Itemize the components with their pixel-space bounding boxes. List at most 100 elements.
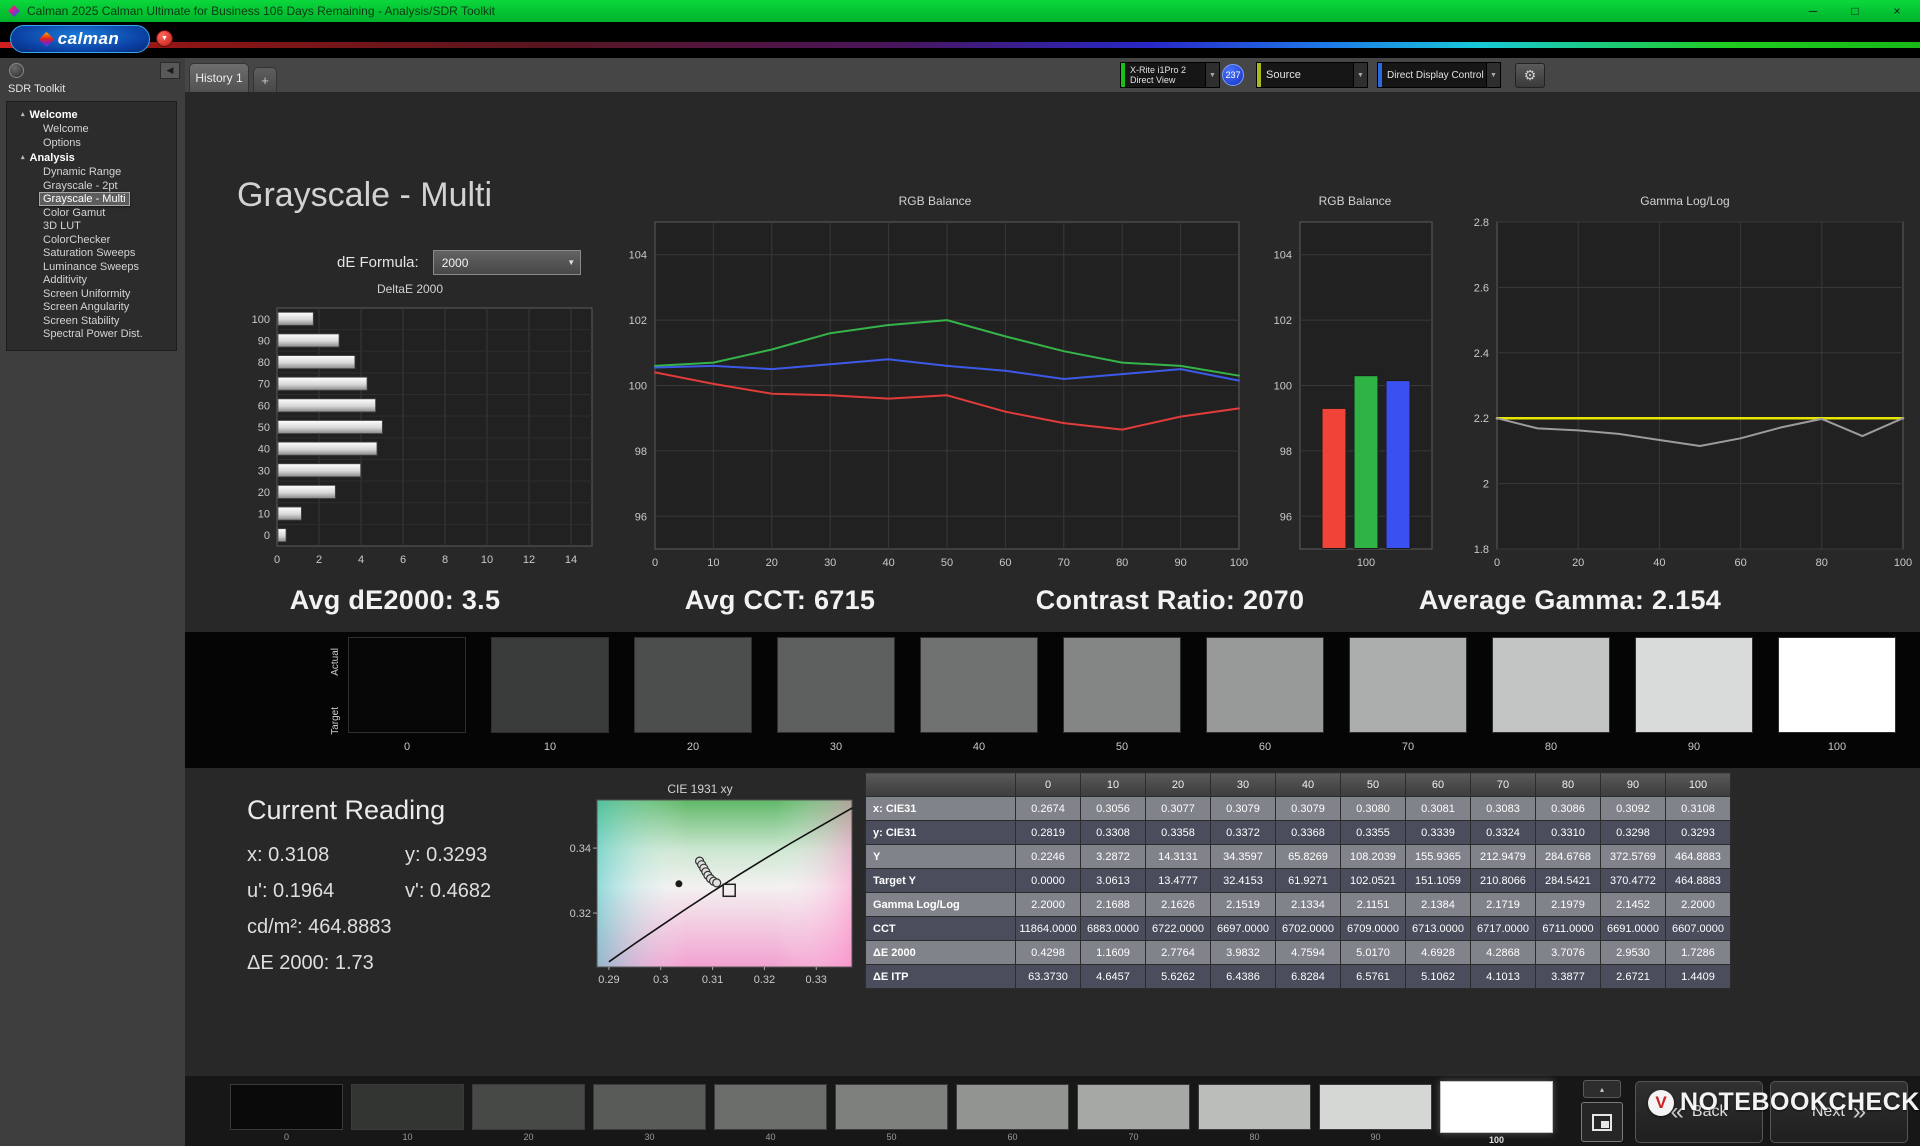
expander-icon[interactable]: ▴ [21,108,25,122]
patch-color[interactable] [1077,1084,1190,1130]
sidebar-item-screen-angularity[interactable]: Screen Angularity [9,301,174,315]
table-row: y: CIE310.28190.33080.33580.33720.33680.… [866,821,1731,845]
svg-text:6: 6 [400,554,406,566]
logo-menu-button[interactable]: ▼ [156,30,173,47]
patch-color[interactable] [472,1084,585,1130]
patch-color[interactable] [230,1084,343,1130]
sidebar-item-screen-stability[interactable]: Screen Stability [9,315,174,329]
sidebar-item-spectral-power-dist-[interactable]: Spectral Power Dist. [9,328,174,342]
sidebar-item-3d-lut[interactable]: 3D LUT [9,220,174,234]
cie-chart: 0.320.340.290.30.310.320.33 [560,794,870,994]
sidebar-collapse-button[interactable]: ◀ [160,62,180,79]
grayscale-swatch [1778,637,1896,733]
maximize-button[interactable]: □ [1848,4,1862,18]
sidebar-item-screen-uniformity[interactable]: Screen Uniformity [9,288,174,302]
svg-text:0.32: 0.32 [570,908,591,920]
patch-label: 10 [402,1132,412,1142]
patch-row: 0 10 2030405060 70 8090100 [230,1084,1553,1145]
sidebar-item-color-gamut[interactable]: Color Gamut [9,207,174,221]
source-dropdown[interactable]: Source ▼ [1256,62,1368,88]
swatch-label: 100 [1828,741,1846,753]
sidebar-item-saturation-sweeps[interactable]: Saturation Sweeps [9,247,174,261]
avg-de2000-stat: Avg dE2000: 3.5 [195,585,595,616]
next-button[interactable]: Next » [1770,1081,1908,1143]
current-reading-title: Current Reading [247,795,491,826]
table-row: Gamma Log/Log2.20002.16882.16262.15192.1… [866,893,1731,917]
luminance-badge[interactable]: 237 [1222,64,1244,86]
deltae-chart: 024681012141009080706050403020100 [240,298,600,576]
swatch-label: 60 [1259,741,1271,753]
swatch-cell: 0 [348,637,466,753]
meter-dropdown[interactable]: X-Rite i1Pro 2 Direct View ▼ [1120,62,1220,88]
pattern-patch[interactable]: 10 [351,1084,464,1142]
pattern-patch[interactable]: 90 [1319,1084,1432,1142]
titlebar: Calman 2025 Calman Ultimate for Business… [0,0,1920,22]
svg-text:0: 0 [264,530,270,542]
svg-text:20: 20 [258,487,270,499]
svg-text:0.29: 0.29 [598,974,619,986]
back-button[interactable]: « Back [1635,1081,1763,1143]
back-label: Back [1692,1103,1728,1121]
de-formula-value: 2000 [434,256,563,270]
grayscale-swatch [491,637,609,733]
reading-luminance: cd/m²: 464.8883 [247,916,405,939]
minimize-button[interactable]: ─ [1806,4,1820,18]
patch-color[interactable] [593,1084,706,1130]
svg-text:80: 80 [1116,557,1128,569]
sidebar-item-options[interactable]: Options [9,137,174,151]
expander-icon[interactable]: ▴ [21,151,25,165]
patch-color[interactable] [1198,1084,1311,1130]
svg-text:20: 20 [766,557,778,569]
svg-text:2: 2 [1483,479,1489,491]
patch-color[interactable] [835,1084,948,1130]
table-row: Y0.22463.287214.313134.359765.8269108.20… [866,845,1731,869]
patch-color[interactable] [956,1084,1069,1130]
patch-color[interactable] [351,1084,464,1130]
pattern-patch[interactable]: 0 [230,1084,343,1142]
tree-group-header[interactable]: ▴Welcome [9,107,174,123]
grayscale-swatch [777,637,895,733]
patch-color[interactable] [1319,1084,1432,1130]
pattern-bar: 0102030405060708090100 ▴ « Back Next » V… [185,1076,1920,1146]
window-controls: ─ □ × [1806,4,1912,18]
display-control-dropdown[interactable]: Direct Display Control ▼ [1377,62,1501,88]
sidebar-item-grayscale-multi[interactable]: Grayscale - Multi [9,193,174,207]
close-button[interactable]: × [1890,4,1904,18]
patch-color[interactable] [714,1084,827,1130]
pattern-patch[interactable]: 20 [472,1084,585,1142]
pattern-patch[interactable]: 80 [1198,1084,1311,1142]
pattern-patch[interactable]: 30 [593,1084,706,1142]
sidebar-item-welcome[interactable]: Welcome [9,123,174,137]
sidebar-item-dynamic-range[interactable]: Dynamic Range [9,166,174,180]
add-tab-button[interactable]: + [253,67,277,92]
swatch-cell: 40 [920,637,1038,753]
tree-group-header[interactable]: ▴Analysis [9,150,174,166]
settings-gear-button[interactable]: ⚙ [1515,63,1545,88]
collapse-up-button[interactable]: ▴ [1583,1080,1621,1098]
pattern-patch[interactable]: 60 [956,1084,1069,1142]
sidebar-item-grayscale-2pt[interactable]: Grayscale - 2pt [9,180,174,194]
pattern-patch[interactable]: 100 [1440,1084,1553,1145]
reading-y: y: 0.3293 [405,844,487,867]
sidebar-item-colorchecker[interactable]: ColorChecker [9,234,174,248]
svg-text:0.33: 0.33 [806,974,827,986]
de-formula-dropdown[interactable]: 2000 ▼ [433,250,581,275]
grayscale-swatch [920,637,1038,733]
svg-text:96: 96 [1280,511,1292,523]
sidebar-item-additivity[interactable]: Additivity [9,274,174,288]
svg-text:60: 60 [999,557,1011,569]
sidebar-item-luminance-sweeps[interactable]: Luminance Sweeps [9,261,174,275]
grayscale-swatch [1635,637,1753,733]
pattern-patch[interactable]: 50 [835,1084,948,1142]
pattern-patch[interactable]: 70 [1077,1084,1190,1142]
pattern-window-button[interactable] [1581,1102,1623,1142]
current-reading-panel: Current Reading x: 0.3108 y: 0.3293 u': … [247,795,491,975]
patch-color[interactable] [1440,1081,1553,1133]
tab-history-1[interactable]: History 1 [189,63,249,92]
pattern-patch[interactable]: 40 [714,1084,827,1142]
logo-bar: calman ▼ [0,22,1920,58]
svg-text:2.8: 2.8 [1474,217,1489,229]
sidebar-pin-button[interactable] [9,63,24,78]
svg-text:2: 2 [316,554,322,566]
patch-label: 70 [1128,1132,1138,1142]
